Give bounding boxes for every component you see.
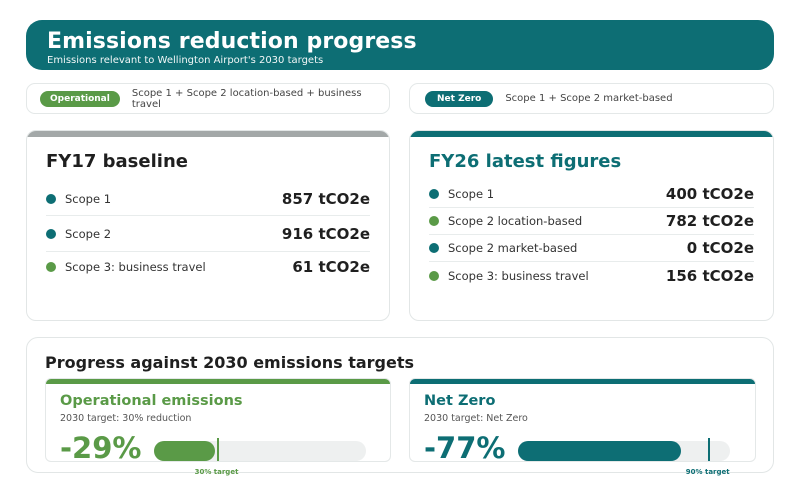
latest-scope2-market-value: 0 tCO2e <box>686 239 754 257</box>
baseline-scope1-value: 857 tCO2e <box>281 189 370 208</box>
latest-title: FY26 latest figures <box>429 151 622 172</box>
latest-row-scope2-market: Scope 2 market-based 0 tCO2e <box>429 235 754 262</box>
net-zero-target-marker <box>707 438 710 461</box>
operational-target-marker <box>216 438 219 461</box>
net-zero-accent <box>410 379 755 384</box>
legend-net-zero: Net Zero Scope 1 + Scope 2 market-based <box>409 83 774 114</box>
operational-marker-label: 30% target <box>194 468 239 476</box>
baseline-scope3-value: 61 tCO2e <box>292 258 370 276</box>
latest-scope3-value: 156 tCO2e <box>665 266 754 285</box>
operational-percent: -29% <box>60 431 142 462</box>
page-header: Emissions reduction progress Emissions r… <box>26 20 774 70</box>
net-zero-marker-label: 90% target <box>685 468 730 476</box>
page-subtitle: Emissions relevant to Wellington Airport… <box>47 55 324 66</box>
latest-scope3-label: Scope 3: business travel <box>448 268 589 283</box>
operational-badge: Operational <box>40 90 120 107</box>
net-zero-progress-panel: Net Zero 2030 target: Net Zero -77% <box>409 378 756 462</box>
latest-card: FY26 latest figures Scope 1 400 tCO2e Sc… <box>409 130 774 321</box>
baseline-card: FY17 baseline Scope 1 857 tCO2e Scope 2 … <box>26 130 390 321</box>
operational-progress-track <box>154 441 366 461</box>
latest-scope1-label: Scope 1 <box>448 187 495 201</box>
latest-scope2-location-label: Scope 2 location-based <box>448 214 583 228</box>
baseline-scope1-label: Scope 1 <box>65 191 112 206</box>
baseline-title: FY17 baseline <box>46 151 188 172</box>
latest-card-accent <box>410 131 773 137</box>
baseline-scope2-value: 916 tCO2e <box>281 224 370 243</box>
latest-row-scope2-location: Scope 2 location-based 782 tCO2e <box>429 208 754 235</box>
latest-scope2-market-label: Scope 2 market-based <box>448 241 578 255</box>
net-zero-percent: -77% <box>424 431 506 462</box>
green-dot <box>46 262 56 272</box>
latest-row-scope1: Scope 1 400 tCO2e <box>429 181 754 208</box>
operational-name: Operational emissions <box>60 393 243 409</box>
page-title: Emissions reduction progress <box>47 29 417 54</box>
operational-definition: Scope 1 + Scope 2 location-based + busin… <box>131 87 362 110</box>
green-dot <box>429 270 439 281</box>
green-dot <box>429 216 439 226</box>
operational-accent <box>46 379 390 384</box>
progress-title: Progress against 2030 emissions targets <box>45 353 415 372</box>
latest-scope1-value: 400 tCO2e <box>665 185 754 203</box>
teal-dot <box>429 243 439 253</box>
net-zero-target: 2030 target: Net Zero <box>424 413 528 424</box>
net-zero-name: Net Zero <box>424 393 496 409</box>
latest-row-scope3: Scope 3: business travel 156 tCO2e <box>429 262 754 289</box>
teal-dot <box>46 193 56 204</box>
teal-dot <box>46 228 56 239</box>
legend-operational: Operational Scope 1 + Scope 2 location-b… <box>26 83 390 114</box>
baseline-card-accent <box>27 131 389 137</box>
operational-target: 2030 target: 30% reduction <box>60 413 192 424</box>
operational-progress-panel: Operational emissions 2030 target: 30% r… <box>45 378 391 462</box>
net-zero-definition: Scope 1 + Scope 2 market-based <box>505 93 673 104</box>
latest-scope2-location-value: 782 tCO2e <box>665 212 754 230</box>
baseline-row-scope1: Scope 1 857 tCO2e <box>46 182 370 216</box>
baseline-row-scope2: Scope 2 916 tCO2e <box>46 216 370 252</box>
baseline-scope2-label: Scope 2 <box>65 226 112 241</box>
operational-progress-fill <box>154 441 216 461</box>
teal-dot <box>429 189 439 199</box>
baseline-scope3-label: Scope 3: business travel <box>65 260 206 274</box>
baseline-row-scope3: Scope 3: business travel 61 tCO2e <box>46 252 370 282</box>
net-zero-progress-fill <box>518 441 682 461</box>
net-zero-progress-track <box>518 441 730 461</box>
net-zero-badge: Net Zero <box>425 90 494 107</box>
progress-section: Progress against 2030 emissions targets … <box>26 337 774 476</box>
